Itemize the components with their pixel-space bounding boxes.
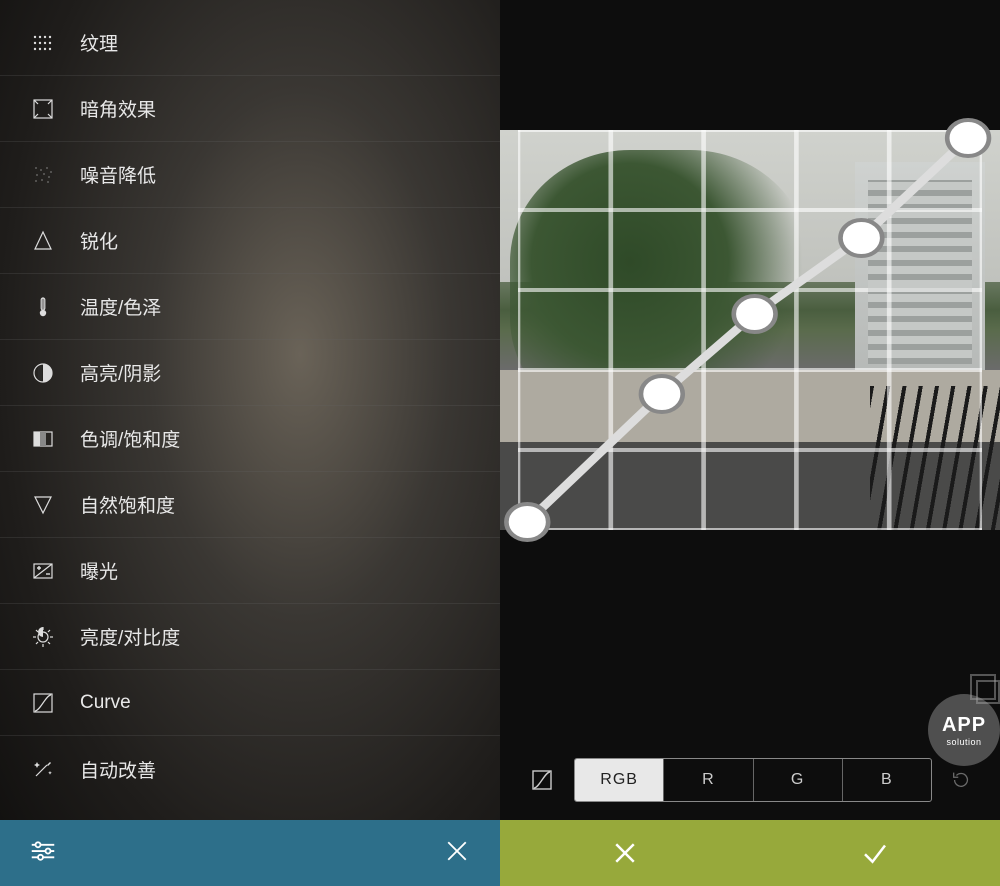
channel-segmented-control: RGB R G B	[574, 758, 932, 802]
menu-item-sharpen[interactable]: 锐化	[0, 208, 500, 274]
menu-item-label: 自然饱和度	[80, 491, 175, 518]
menu-item-highlight-shadow[interactable]: 高亮/阴影	[0, 340, 500, 406]
menu-item-brightness-contrast[interactable]: 亮度/对比度	[0, 604, 500, 670]
menu-item-exposure[interactable]: 曝光	[0, 538, 500, 604]
brightness-contrast-icon	[30, 624, 56, 650]
channel-r-button[interactable]: R	[663, 759, 752, 801]
menu-item-label: 高亮/阴影	[80, 359, 161, 386]
photo-preview[interactable]	[500, 130, 1000, 530]
left-screen-adjust-menu: 纹理 暗角效果 噪音降低 锐化 温度/色泽	[0, 0, 500, 886]
channel-b-button[interactable]: B	[842, 759, 931, 801]
left-footer-bar	[0, 820, 500, 886]
watermark-title: APP	[942, 714, 986, 737]
exposure-icon	[30, 558, 56, 584]
menu-item-auto-enhance[interactable]: 自动改善	[0, 736, 500, 802]
curve-grid-overlay[interactable]	[518, 130, 982, 530]
menu-item-label: 亮度/对比度	[80, 623, 180, 650]
menu-item-label: 暗角效果	[80, 95, 156, 122]
curve-point-0[interactable]	[506, 504, 548, 540]
menu-item-hue-saturation[interactable]: 色调/饱和度	[0, 406, 500, 472]
menu-item-label: 噪音降低	[80, 161, 156, 188]
menu-item-label: 锐化	[80, 227, 118, 254]
menu-item-vignette[interactable]: 暗角效果	[0, 76, 500, 142]
menu-item-label: Curve	[80, 692, 131, 714]
noise-icon	[30, 162, 56, 188]
confirm-button[interactable]	[750, 820, 1000, 886]
watermark-subtitle: solution	[946, 737, 981, 747]
right-screen-curve-editor: APP solution RGB R G B	[500, 0, 1000, 886]
curve-tool-icon[interactable]	[520, 758, 564, 802]
menu-item-label: 自动改善	[80, 756, 156, 783]
curve-point-3[interactable]	[840, 220, 882, 256]
auto-enhance-icon	[30, 756, 56, 782]
watermark-badge: APP solution	[928, 694, 1000, 766]
menu-item-temperature-tint[interactable]: 温度/色泽	[0, 274, 500, 340]
menu-item-label: 色调/饱和度	[80, 425, 180, 452]
vibrance-icon	[30, 492, 56, 518]
menu-item-vibrance[interactable]: 自然饱和度	[0, 472, 500, 538]
right-footer-bar	[500, 820, 1000, 886]
curve-point-2[interactable]	[734, 296, 776, 332]
highlight-shadow-icon	[30, 360, 56, 386]
menu-item-curve[interactable]: Curve	[0, 670, 500, 736]
curve-point-4[interactable]	[947, 120, 989, 156]
adjustment-menu-list: 纹理 暗角效果 噪音降低 锐化 温度/色泽	[0, 0, 500, 802]
channel-selector-row: RGB R G B	[500, 748, 1000, 812]
channel-rgb-button[interactable]: RGB	[575, 759, 663, 801]
menu-item-label: 曝光	[80, 557, 118, 584]
cancel-button[interactable]	[500, 820, 750, 886]
menu-item-noise-reduction[interactable]: 噪音降低	[0, 142, 500, 208]
menu-item-label: 温度/色泽	[80, 293, 161, 320]
menu-item-grain[interactable]: 纹理	[0, 10, 500, 76]
thermometer-icon	[30, 294, 56, 320]
curve-point-1[interactable]	[641, 376, 683, 412]
sliders-icon[interactable]	[28, 836, 58, 871]
close-icon[interactable]	[442, 836, 472, 871]
levels-icon	[30, 426, 56, 452]
grain-icon	[30, 30, 56, 56]
curve-icon	[30, 690, 56, 716]
channel-g-button[interactable]: G	[753, 759, 842, 801]
reset-icon[interactable]	[942, 761, 980, 799]
sharpen-icon	[30, 228, 56, 254]
menu-item-label: 纹理	[80, 29, 118, 56]
vignette-icon	[30, 96, 56, 122]
